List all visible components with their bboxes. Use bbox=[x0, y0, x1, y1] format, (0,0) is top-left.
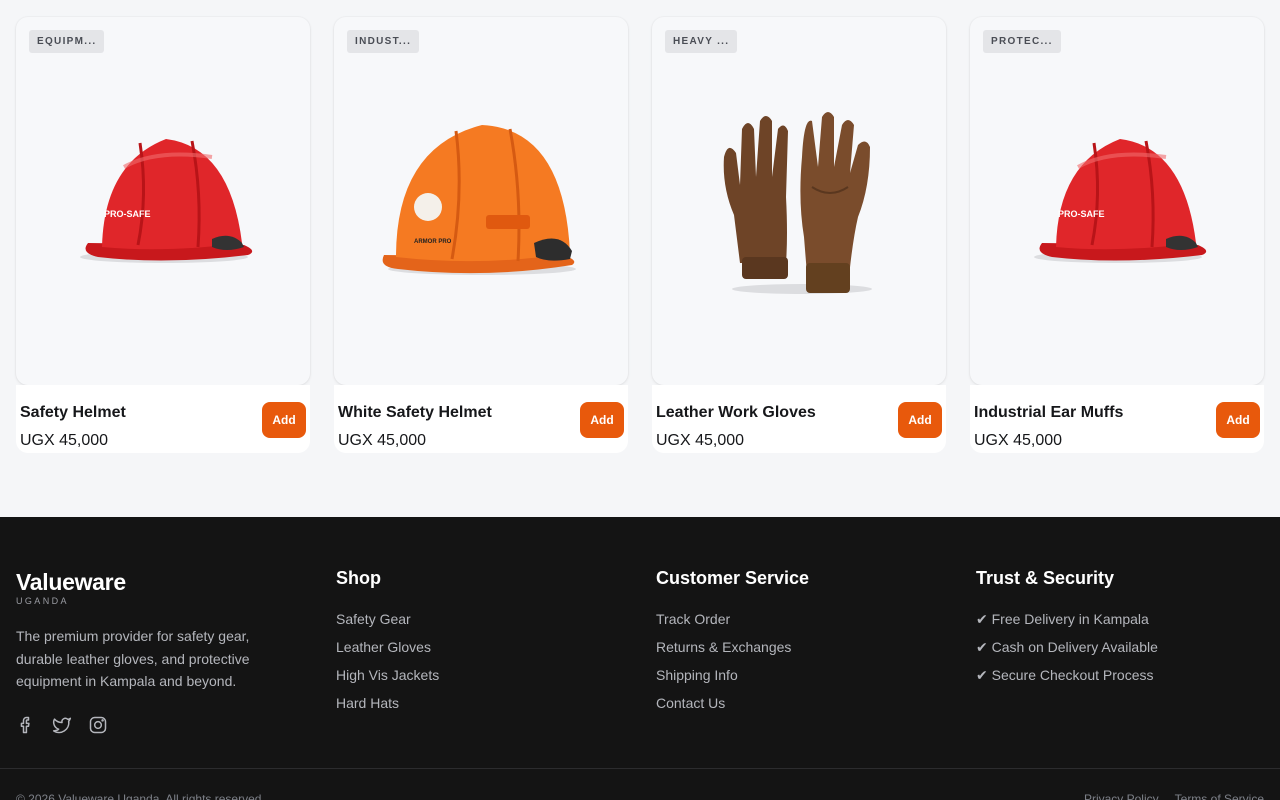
footer-divider bbox=[0, 768, 1280, 769]
trust-item-secure-checkout: ✔ Secure Checkout Process bbox=[976, 667, 1154, 683]
brand-logo[interactable]: Valueware bbox=[16, 569, 126, 596]
facebook-icon[interactable] bbox=[16, 715, 36, 735]
product-name[interactable]: White Safety Helmet bbox=[338, 404, 492, 422]
product-price: UGX 45,000 bbox=[20, 432, 109, 449]
footer-link-contact-us[interactable]: Contact Us bbox=[656, 694, 791, 722]
red-hard-hat-image: PRO-SAFE bbox=[1034, 139, 1207, 263]
product-card[interactable]: PROTEC... PRO-SAFE Industrial Ear Muffs … bbox=[970, 17, 1264, 453]
privacy-policy-link[interactable]: Privacy Policy bbox=[1084, 792, 1159, 800]
trust-column-title: Trust & Security bbox=[976, 568, 1115, 588]
add-to-cart-button[interactable]: Add bbox=[1216, 402, 1260, 438]
service-column-title: Customer Service bbox=[656, 568, 810, 588]
product-info: White Safety Helmet UGX 45,000 Add bbox=[334, 385, 628, 453]
social-links bbox=[16, 715, 108, 735]
copyright-text: © 2026 Valueware Uganda. All rights rese… bbox=[16, 792, 265, 800]
footer-link-safety-gear[interactable]: Safety Gear bbox=[336, 610, 439, 638]
footer-link-returns[interactable]: Returns & Exchanges bbox=[656, 638, 791, 666]
product-card[interactable]: EQUIPM... PRO-SAFE Safety Helmet UGX 45,… bbox=[16, 17, 310, 453]
product-price: UGX 45,000 bbox=[338, 432, 427, 449]
footer-link-leather-gloves[interactable]: Leather Gloves bbox=[336, 638, 439, 666]
product-name[interactable]: Safety Helmet bbox=[20, 404, 126, 422]
footer-link-shipping-info[interactable]: Shipping Info bbox=[656, 666, 791, 694]
helmet-brand-text: PRO-SAFE bbox=[1058, 209, 1105, 219]
site-footer: Valueware UGANDA The premium provider fo… bbox=[0, 517, 1280, 800]
product-grid: EQUIPM... PRO-SAFE Safety Helmet UGX 45,… bbox=[16, 17, 1264, 453]
leather-gloves-image bbox=[723, 112, 872, 294]
trust-list: ✔ Free Delivery in Kampala ✔ Cash on Del… bbox=[976, 610, 1158, 694]
product-image-area[interactable]: PROTEC... PRO-SAFE bbox=[970, 17, 1264, 385]
product-image-area[interactable]: INDUST... ARMOR PRO bbox=[334, 17, 628, 385]
helmet-brand-text: PRO-SAFE bbox=[104, 209, 151, 219]
footer-link-track-order[interactable]: Track Order bbox=[656, 610, 791, 638]
product-name[interactable]: Leather Work Gloves bbox=[656, 404, 816, 422]
brand-subtitle: UGANDA bbox=[16, 596, 69, 606]
product-name[interactable]: Industrial Ear Muffs bbox=[974, 404, 1123, 422]
product-info: Leather Work Gloves UGX 45,000 Add bbox=[652, 385, 946, 453]
product-price: UGX 45,000 bbox=[974, 432, 1063, 449]
red-hard-hat-image: PRO-SAFE bbox=[80, 139, 253, 263]
shop-links: Safety Gear Leather Gloves High Vis Jack… bbox=[336, 610, 439, 722]
instagram-icon[interactable] bbox=[88, 715, 108, 735]
product-card[interactable]: HEAVY ... Leather Work Gloves UGX 45,000… bbox=[652, 17, 946, 453]
add-to-cart-button[interactable]: Add bbox=[580, 402, 624, 438]
shop-column-title: Shop bbox=[336, 568, 381, 588]
footer-link-hard-hats[interactable]: Hard Hats bbox=[336, 694, 439, 722]
legal-links: Privacy Policy Terms of Service bbox=[1084, 792, 1264, 800]
add-to-cart-button[interactable]: Add bbox=[898, 402, 942, 438]
orange-hard-hat-image: ARMOR PRO bbox=[382, 125, 576, 275]
product-info: Safety Helmet UGX 45,000 Add bbox=[16, 385, 310, 453]
product-card[interactable]: INDUST... ARMOR PRO White Safety Helmet … bbox=[334, 17, 628, 453]
trust-item-free-delivery: ✔ Free Delivery in Kampala bbox=[976, 611, 1149, 627]
product-price: UGX 45,000 bbox=[656, 432, 745, 449]
helmet-brand-text: ARMOR PRO bbox=[414, 239, 452, 245]
product-info: Industrial Ear Muffs UGX 45,000 Add bbox=[970, 385, 1264, 453]
service-links: Track Order Returns & Exchanges Shipping… bbox=[656, 610, 791, 722]
product-image-area[interactable]: EQUIPM... PRO-SAFE bbox=[16, 17, 310, 385]
product-image-area[interactable]: HEAVY ... bbox=[652, 17, 946, 385]
trust-item-cash-on-delivery: ✔ Cash on Delivery Available bbox=[976, 639, 1158, 655]
terms-of-service-link[interactable]: Terms of Service bbox=[1175, 792, 1264, 800]
brand-description: The premium provider for safety gear, du… bbox=[16, 628, 250, 689]
footer-link-high-vis-jackets[interactable]: High Vis Jackets bbox=[336, 666, 439, 694]
twitter-icon[interactable] bbox=[52, 715, 72, 735]
add-to-cart-button[interactable]: Add bbox=[262, 402, 306, 438]
